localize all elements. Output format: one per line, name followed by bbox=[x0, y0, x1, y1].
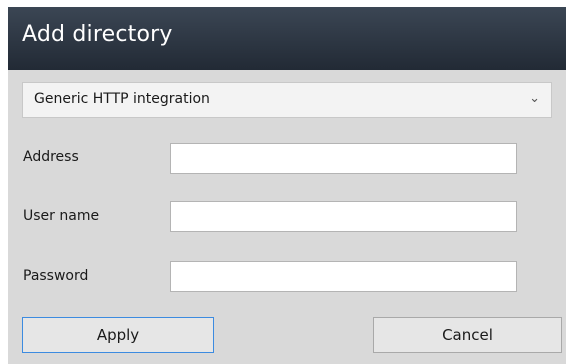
apply-button[interactable]: Apply bbox=[22, 317, 214, 353]
dialog-title: Add directory bbox=[22, 22, 173, 47]
dialog-titlebar: Add directory bbox=[8, 7, 566, 70]
cancel-button[interactable]: Cancel bbox=[373, 317, 562, 353]
password-label: Password bbox=[23, 268, 89, 284]
integration-type-select[interactable]: Generic HTTP integration ⌄ bbox=[22, 82, 552, 118]
password-input[interactable] bbox=[170, 261, 517, 292]
address-input[interactable] bbox=[170, 143, 517, 174]
username-label: User name bbox=[23, 208, 100, 224]
address-label: Address bbox=[23, 149, 79, 165]
integration-type-selected-value: Generic HTTP integration bbox=[34, 91, 210, 107]
add-directory-dialog: Add directory Generic HTTP integration ⌄… bbox=[8, 7, 566, 364]
username-input[interactable] bbox=[170, 201, 517, 232]
chevron-down-icon: ⌄ bbox=[529, 91, 540, 106]
